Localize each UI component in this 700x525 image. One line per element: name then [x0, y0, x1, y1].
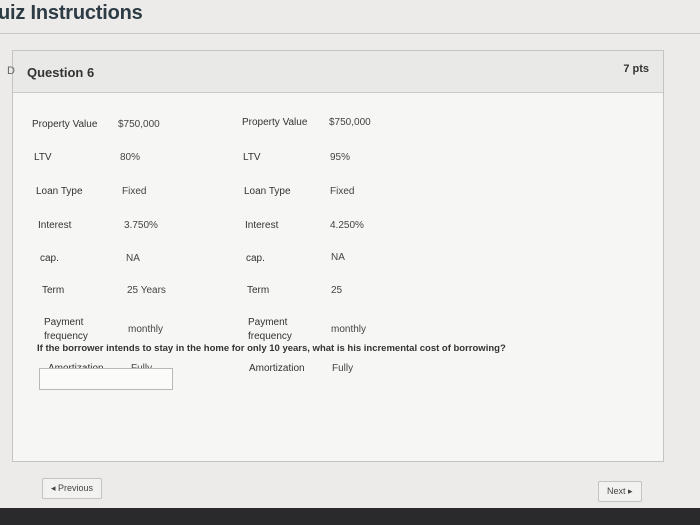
right-interest-value: 4.250% — [330, 220, 364, 231]
answer-input[interactable] — [39, 368, 173, 390]
right-payment-frequency-label-line1: Payment — [248, 317, 288, 328]
right-ltv-label: LTV — [243, 152, 261, 163]
right-ltv-value: 95% — [330, 152, 351, 163]
left-term-label: Term — [42, 285, 65, 296]
right-amortization-value: Fully — [332, 363, 354, 374]
question-points: 7 pts — [623, 63, 649, 75]
title-divider — [0, 33, 700, 34]
right-amortization-label: Amortization — [249, 363, 305, 374]
left-ltv-label: LTV — [34, 152, 52, 163]
question-header: D Question 6 7 pts — [7, 51, 663, 93]
left-payment-frequency-label-line2: frequency — [44, 331, 88, 342]
right-term-value: 25 — [331, 285, 343, 296]
left-interest-value: 3.750% — [124, 220, 158, 231]
page-title: uiz Instructions — [0, 2, 143, 24]
question-prompt: If the borrower intends to stay in the h… — [37, 343, 506, 354]
right-payment-frequency-value: monthly — [331, 324, 367, 335]
question-card: D Question 6 7 pts Property Value $750,0… — [7, 50, 664, 462]
right-property-value-label: Property Value — [242, 117, 308, 128]
right-property-value: $750,000 — [329, 117, 371, 128]
right-loan-type-value: Fixed — [330, 186, 355, 197]
left-interest-label: Interest — [38, 220, 72, 231]
previous-button[interactable]: ◂ Previous — [42, 478, 103, 499]
question-flag-icon[interactable]: D — [7, 65, 15, 77]
right-payment-frequency-label-line2: frequency — [248, 331, 292, 342]
left-cap-label: cap. — [40, 253, 59, 264]
right-loan-type-label: Loan Type — [244, 186, 291, 197]
next-button[interactable]: Next ▸ — [598, 481, 642, 502]
question-name: Question 6 — [27, 65, 95, 80]
left-term-value: 25 Years — [127, 285, 166, 296]
right-cap-value: NA — [331, 252, 345, 263]
left-payment-frequency-label-line1: Payment — [44, 317, 84, 328]
right-cap-label: cap. — [246, 253, 265, 264]
screen-bottom-bezel — [0, 508, 700, 525]
right-term-label: Term — [247, 285, 270, 296]
left-cap-value: NA — [126, 253, 140, 264]
left-property-value: $750,000 — [118, 119, 160, 130]
right-interest-label: Interest — [245, 220, 279, 231]
left-loan-type-label: Loan Type — [36, 186, 83, 197]
left-payment-frequency-value: monthly — [128, 324, 164, 335]
left-loan-type-value: Fixed — [122, 186, 147, 197]
left-ltv-value: 80% — [120, 152, 141, 163]
left-property-value-label: Property Value — [32, 119, 98, 130]
